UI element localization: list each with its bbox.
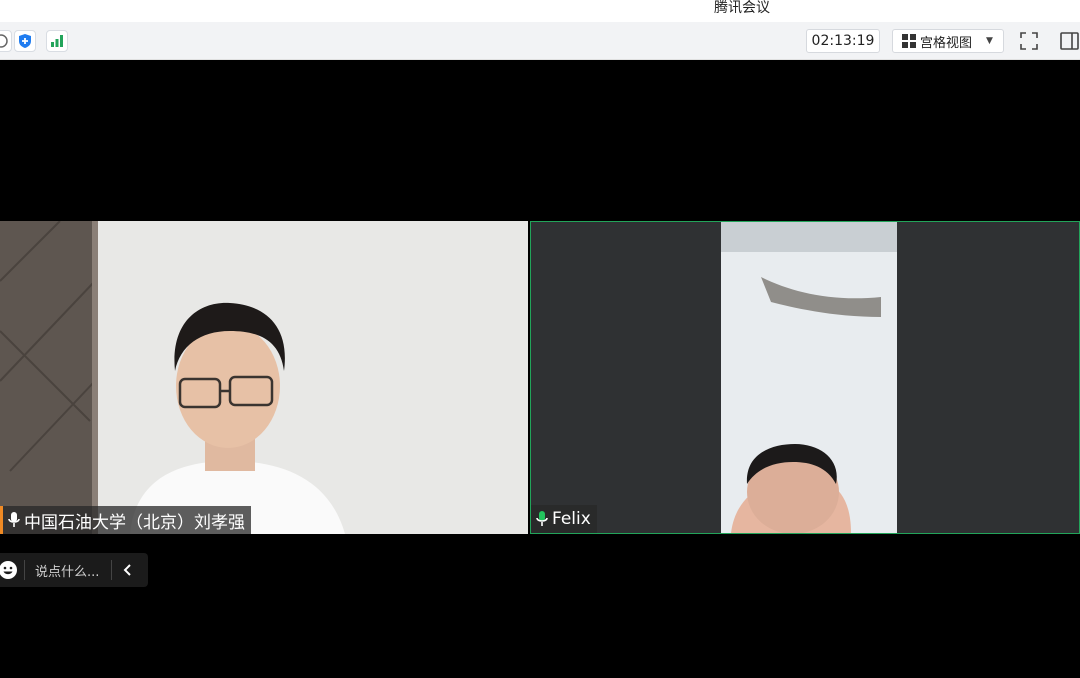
participant-name-tag: Felix: [531, 505, 597, 533]
participant-name: 中国石油大学（北京）刘孝强: [24, 512, 245, 533]
shield-icon[interactable]: [14, 30, 36, 52]
view-mode-dropdown[interactable]: 宫格视图 ▼: [892, 29, 1004, 53]
info-icon[interactable]: [0, 30, 12, 52]
fullscreen-icon[interactable]: [1018, 30, 1040, 52]
window-title: 腾讯会议: [714, 0, 770, 16]
participant-name: Felix: [552, 509, 591, 529]
view-mode-label: 宫格视图: [920, 35, 973, 51]
window-titlebar: 腾讯会议: [0, 0, 1080, 22]
participant-name-tag: 中国石油大学（北京）刘孝强: [0, 506, 251, 534]
video-tile-participant-1[interactable]: 中国石油大学（北京）刘孝强: [0, 221, 528, 534]
microphone-icon: [8, 512, 20, 527]
microphone-speaking-icon: [536, 511, 548, 526]
grid-view-icon: [902, 34, 916, 48]
participant-1-video: [0, 221, 528, 534]
emoji-icon[interactable]: [0, 560, 20, 580]
meeting-toolbar: 02:13:19 宫格视图 ▼: [0, 22, 1080, 60]
meeting-timer: 02:13:19: [806, 29, 880, 53]
signal-icon[interactable]: [46, 30, 68, 52]
chat-input-bar[interactable]: 说点什么...: [0, 553, 148, 587]
side-panel-icon[interactable]: [1058, 30, 1080, 52]
chevron-left-icon[interactable]: [122, 563, 134, 577]
chat-input[interactable]: 说点什么...: [35, 561, 99, 580]
participant-2-video: [531, 222, 1079, 533]
divider: [24, 560, 25, 580]
divider: [111, 560, 113, 580]
video-tile-participant-2[interactable]: Felix: [530, 221, 1080, 534]
chevron-down-icon: ▼: [986, 36, 993, 46]
